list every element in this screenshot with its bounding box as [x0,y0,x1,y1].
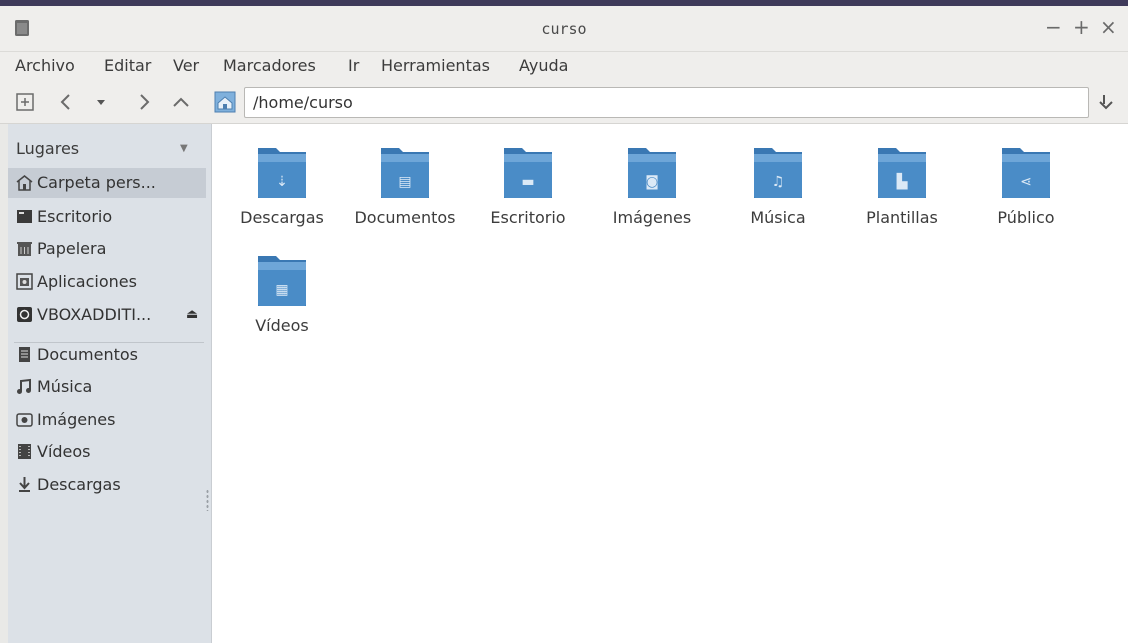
sidebar-item-label: Música [37,377,93,396]
sidebar-item-label: Documentos [37,345,139,364]
svg-text:▙: ▙ [896,172,908,190]
sidebar-item-label: Descargas [37,475,121,494]
svg-text:⇣: ⇣ [276,174,288,190]
sidebar-item-aplicaciones[interactable]: Aplicaciones [8,267,206,297]
minimize-button[interactable]: − [1045,16,1062,38]
sidebar-item-carpeta-personal[interactable]: Carpeta pers... [8,168,206,198]
menu-bar: Archivo Editar Ver Marcadores Ir Herrami… [0,52,1128,82]
sidebar-item-label: Imágenes [37,410,116,429]
forward-icon[interactable] [134,90,154,114]
folder-icon: ◙ [628,148,676,198]
menu-ver[interactable]: Ver [173,56,199,75]
sidebar-item-vboxadditions[interactable]: VBOXADDITI... ⏏ [8,300,206,330]
folder-icon: ⇣ [258,148,306,198]
sidebar-item-label: Vídeos [37,442,91,461]
folder-escritorio[interactable]: ▬ Escritorio [473,142,583,227]
svg-text:▤: ▤ [398,174,411,190]
file-view: ⇣ Descargas ▤ Documentos ▬ Escritorio ◙ … [213,124,1128,643]
camera-icon [16,413,33,427]
menu-herramientas[interactable]: Herramientas [381,56,490,75]
sidebar-item-label: VBOXADDITI... [37,305,152,324]
disc-icon [17,307,32,322]
sidebar-header: Lugares [16,139,80,158]
folder-descargas[interactable]: ⇣ Descargas [227,142,337,227]
desktop-icon [17,210,32,223]
folder-videos[interactable]: ▦ Vídeos [227,250,337,335]
title-bar: curso − + × [0,6,1128,52]
window-title: curso [541,20,587,38]
window-left-edge [0,124,8,643]
sidebar-resize-handle[interactable] [206,489,209,511]
download-icon [19,477,30,492]
sidebar-item-documentos[interactable]: Documentos [8,340,206,370]
menu-archivo[interactable]: Archivo [15,56,75,75]
folder-musica[interactable]: ♫ Música [723,142,833,227]
sidebar-item-musica[interactable]: Música [8,372,206,402]
folder-documentos[interactable]: ▤ Documentos [350,142,460,227]
folder-label: Descargas [240,208,324,227]
sidebar-item-escritorio[interactable]: Escritorio [8,202,206,232]
folder-icon: ▦ [258,256,306,306]
sidebar: Lugares ▼ Carpeta pers... Escritorio Pap… [8,124,212,643]
sidebar-item-descargas[interactable]: Descargas [8,470,206,500]
svg-text:◙: ◙ [645,174,659,190]
svg-text:▦: ▦ [275,282,288,298]
toolbar: /home/curso [0,82,1128,124]
folder-label: Plantillas [866,208,938,227]
document-icon [19,347,30,362]
applications-icon [16,273,33,290]
close-button[interactable]: × [1100,16,1117,38]
folder-icon: ▙ [878,148,926,198]
svg-text:♫: ♫ [772,174,785,190]
folder-label: Escritorio [490,208,566,227]
folder-icon: ⋖ [1002,148,1050,198]
sidebar-item-imagenes[interactable]: Imágenes [8,405,206,435]
history-dropdown-icon[interactable] [92,90,110,114]
menu-marcadores[interactable]: Marcadores [223,56,316,75]
svg-text:⋖: ⋖ [1020,174,1032,190]
menu-ayuda[interactable]: Ayuda [519,56,568,75]
film-icon [18,444,31,459]
home-icon[interactable] [213,90,237,114]
menu-editar[interactable]: Editar [104,56,151,75]
address-bar[interactable]: /home/curso [244,87,1089,118]
music-icon [17,378,31,394]
folder-icon: ♫ [754,148,802,198]
up-icon[interactable] [170,90,192,114]
folder-label: Vídeos [255,316,309,335]
sidebar-item-label: Escritorio [37,207,113,226]
menu-ir[interactable]: Ir [348,56,359,75]
sidebar-item-label: Papelera [37,239,107,258]
sidebar-dropdown-icon[interactable]: ▼ [180,143,188,154]
sidebar-item-videos[interactable]: Vídeos [8,437,206,467]
maximize-button[interactable]: + [1073,16,1090,38]
folder-label: Documentos [354,208,456,227]
folder-imagenes[interactable]: ◙ Imágenes [597,142,707,227]
folder-label: Público [997,208,1055,227]
folder-icon: ▬ [504,148,552,198]
sidebar-item-label: Carpeta pers... [37,173,156,192]
go-icon[interactable] [1096,90,1116,114]
folder-label: Imágenes [612,208,692,227]
trash-icon [17,242,32,256]
sidebar-item-label: Aplicaciones [37,272,137,291]
svg-text:▬: ▬ [521,174,534,190]
back-icon[interactable] [56,90,76,114]
sidebar-item-papelera[interactable]: Papelera [8,234,206,264]
folder-icon: ▤ [381,148,429,198]
eject-icon[interactable]: ⏏ [186,300,198,330]
folder-publico[interactable]: ⋖ Público [971,142,1081,227]
new-tab-icon[interactable] [14,90,36,114]
folder-plantillas[interactable]: ▙ Plantillas [847,142,957,227]
folder-label: Música [750,208,806,227]
home-icon [16,175,33,191]
